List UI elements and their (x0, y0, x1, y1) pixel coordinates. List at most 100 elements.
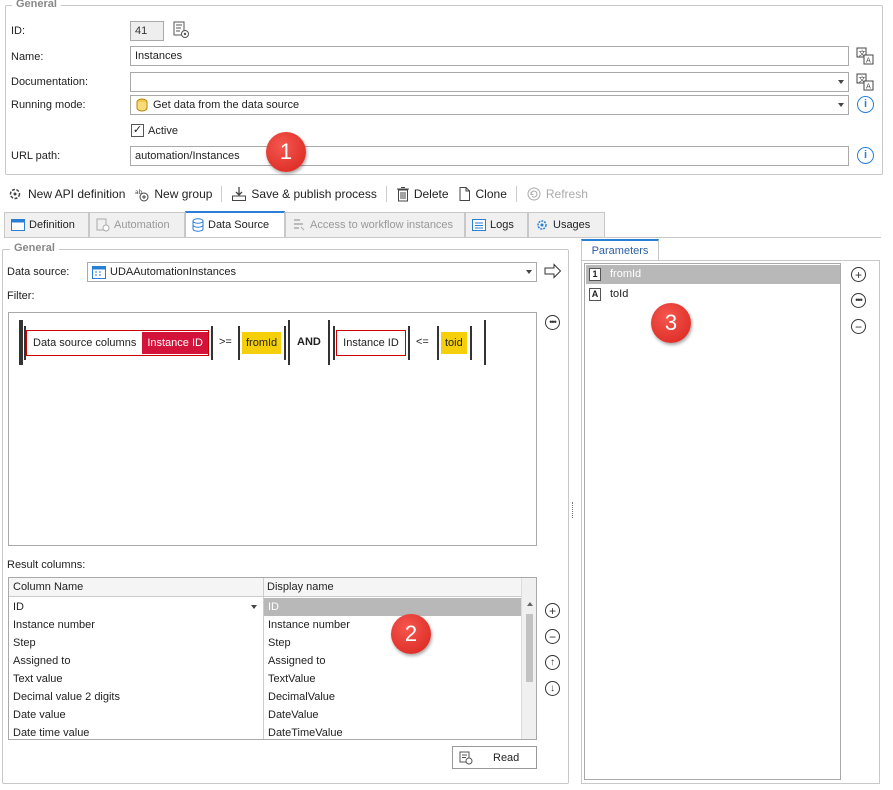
running-mode-select[interactable]: Get data from the data source (130, 95, 849, 115)
parameters-tab[interactable]: Parameters (581, 239, 659, 261)
tab-access-workflow-instances[interactable]: Access to workflow instances (285, 212, 465, 237)
filter-column-box[interactable]: Instance ID (336, 330, 406, 356)
refresh-icon (527, 187, 541, 201)
table-cell-column-name[interactable]: Step (9, 634, 263, 652)
scroll-up-icon[interactable] (527, 602, 533, 606)
gear-icon (537, 220, 547, 230)
parameters-list: 1 fromId A toId (584, 263, 841, 780)
table-cell-display-name[interactable]: DateTimeValue (264, 724, 521, 739)
info-icon[interactable]: i (857, 147, 874, 164)
datasource-legend: General (10, 242, 59, 254)
table-cell-column-name[interactable]: Assigned to (9, 652, 263, 670)
translate-icon[interactable]: 文A (856, 73, 874, 91)
data-source-value: UDAAutomationInstances (110, 266, 236, 278)
filter-operator-2[interactable]: <= (416, 336, 429, 348)
remove-column-button[interactable]: − (545, 629, 560, 644)
parameter-name: toId (610, 288, 629, 300)
tab-logs[interactable]: Logs (465, 212, 528, 237)
scroll-thumb[interactable] (526, 614, 533, 682)
documentation-select[interactable] (130, 72, 849, 92)
table-icon (92, 266, 106, 281)
splitter-handle[interactable] (572, 502, 575, 518)
data-source-select[interactable]: UDAAutomationInstances (87, 262, 537, 282)
new-group-button[interactable]: ab New group (134, 186, 212, 202)
toolbar: New API definition ab New group Save & p… (8, 184, 588, 204)
general-legend: General (12, 0, 61, 10)
add-column-button[interactable]: + (545, 603, 560, 618)
svg-text:A: A (866, 57, 871, 65)
move-down-button[interactable]: ↓ (545, 681, 560, 696)
parameter-item-fromid[interactable]: 1 fromId (586, 265, 840, 284)
table-cell-column-name[interactable]: Date time value (9, 724, 263, 739)
filter-label: Filter: (7, 290, 35, 302)
name-label: Name: (11, 51, 44, 63)
callout-badge-1: 1 (266, 132, 306, 172)
tab-usages[interactable]: Usages (528, 212, 605, 237)
refresh-button[interactable]: Refresh (526, 186, 588, 202)
clone-button[interactable]: Clone (458, 186, 507, 202)
filter-operator-1[interactable]: >= (219, 336, 232, 348)
delete-button[interactable]: Delete (396, 186, 449, 202)
table-cell-display-name[interactable]: TextValue (264, 670, 521, 688)
read-button[interactable]: Read (452, 746, 537, 769)
translate-icon[interactable]: 文A (856, 47, 874, 65)
table-cell-display-name[interactable]: DecimalValue (264, 688, 521, 706)
name-input[interactable]: Instances (130, 46, 849, 66)
chevron-down-icon[interactable] (251, 605, 257, 609)
save-publish-icon (232, 187, 247, 201)
filter-conjunction[interactable]: AND (297, 336, 321, 348)
active-label: Active (148, 125, 178, 137)
column-header-name[interactable]: Column Name (13, 581, 83, 593)
filter-column-box[interactable]: Data source columns Instance ID (26, 330, 209, 356)
column-header-display[interactable]: Display name (267, 581, 334, 593)
callout-badge-3: 3 (651, 303, 691, 343)
table-cell-display-name[interactable]: DateValue (264, 706, 521, 724)
new-group-icon: ab (135, 189, 149, 202)
list-icon (472, 219, 486, 231)
filter-param-token[interactable]: toId (441, 332, 467, 354)
table-cell-column-name[interactable]: Text value (9, 670, 263, 688)
arrow-right-icon[interactable] (544, 263, 562, 282)
parameter-item-toid[interactable]: A toId (586, 285, 840, 304)
documentation-label: Documentation: (11, 76, 89, 88)
table-cell-display-name[interactable]: ID (264, 598, 521, 616)
filter-group-1-close (288, 320, 290, 365)
table-cell-display-name[interactable]: Assigned to (264, 652, 521, 670)
table-cell-column-name[interactable]: Decimal value 2 digits (9, 688, 263, 706)
id-field: 41 (130, 21, 164, 41)
filter-group-1 (19, 320, 23, 365)
filter-column-prefix: Data source columns (33, 337, 137, 349)
chevron-down-icon (838, 80, 844, 84)
text-type-icon: A (589, 288, 601, 301)
toolbar-separator (515, 186, 517, 202)
table-cell-column-name[interactable]: Date value (9, 706, 263, 724)
info-icon[interactable]: i (857, 96, 874, 113)
new-api-definition-button[interactable]: New API definition (8, 186, 125, 202)
data-source-label: Data source: (7, 266, 70, 278)
result-columns-grid: Column Name Display name ID ID Instance nu… (8, 577, 537, 740)
tab-data-source[interactable]: Data Source (185, 211, 285, 237)
trash-icon (396, 187, 409, 202)
active-checkbox[interactable]: ✓ (131, 124, 144, 137)
grid-scrollbar[interactable] (521, 578, 536, 739)
filter-more-button[interactable]: ••• (545, 315, 560, 330)
tab-definition[interactable]: Definition (4, 212, 89, 237)
save-publish-button[interactable]: Save & publish process (231, 186, 377, 202)
remove-parameter-button[interactable]: − (851, 319, 866, 334)
url-path-input[interactable]: automation/Instances (130, 146, 849, 166)
filter-param-token[interactable]: fromId (242, 332, 282, 354)
url-path-label: URL path: (11, 150, 61, 162)
running-mode-value: Get data from the data source (153, 99, 300, 111)
table-cell-column-name[interactable]: ID (9, 598, 263, 616)
add-parameter-button[interactable]: + (851, 267, 866, 282)
filter-column-token[interactable]: Instance ID (343, 337, 399, 349)
parameter-more-button[interactable]: ••• (851, 293, 866, 308)
clone-icon (459, 187, 470, 201)
table-cell-column-name[interactable]: Instance number (9, 616, 263, 634)
filter-column-token[interactable]: Instance ID (142, 332, 208, 354)
toolbar-separator (385, 186, 387, 202)
id-settings-icon[interactable] (172, 21, 190, 39)
move-up-button[interactable]: ↑ (545, 655, 560, 670)
tab-automation[interactable]: Automation (89, 212, 185, 237)
toolbar-separator (221, 186, 223, 202)
